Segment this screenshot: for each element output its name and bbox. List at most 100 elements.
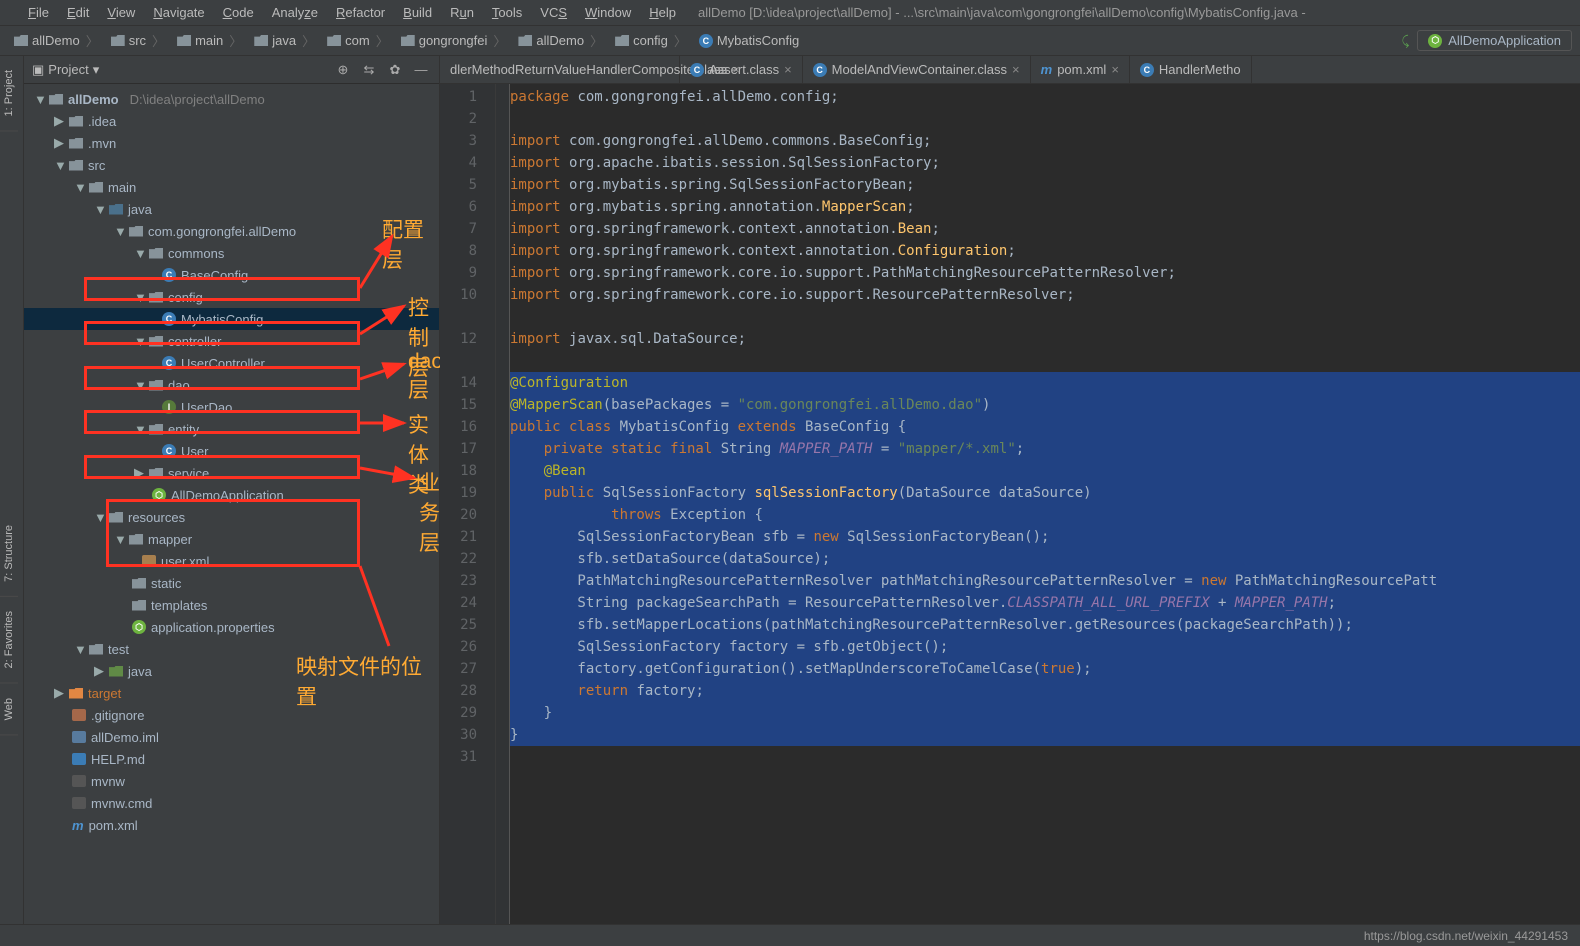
md-icon — [72, 753, 86, 765]
menu-view[interactable]: View — [99, 3, 143, 22]
tab-0[interactable]: dlerMethodReturnValueHandlerComposite.cl… — [440, 56, 680, 83]
tab-project[interactable]: 1: Project — [0, 56, 18, 131]
menu-help[interactable]: Help — [641, 3, 684, 22]
tree-help[interactable]: HELP.md — [24, 748, 439, 770]
tab-2[interactable]: CModelAndViewContainer.class× — [803, 56, 1031, 83]
package-icon — [149, 468, 163, 479]
tree-idea[interactable]: ▶.idea — [24, 110, 439, 132]
crumb-allDemo[interactable]: allDemo〉 — [8, 29, 105, 52]
crumb-gongrongfei[interactable]: gongrongfei〉 — [395, 29, 513, 52]
tree-userxml[interactable]: user.xml — [24, 550, 439, 572]
tree-dao[interactable]: ▼dao — [24, 374, 439, 396]
crumb-com[interactable]: com〉 — [321, 29, 395, 52]
tree-mvn[interactable]: ▶.mvn — [24, 132, 439, 154]
menu-build[interactable]: Build — [395, 3, 440, 22]
tree-root[interactable]: ▼allDemoD:\idea\project\allDemo — [24, 88, 439, 110]
tree-resources[interactable]: ▼resources — [24, 506, 439, 528]
menu-analyze[interactable]: Analyze — [264, 3, 326, 22]
tree-user[interactable]: CUser — [24, 440, 439, 462]
tree-mybatisconfig[interactable]: CMybatisConfig — [24, 308, 439, 330]
folder-icon — [111, 35, 125, 46]
tree-java[interactable]: ▼java — [24, 198, 439, 220]
tree-static[interactable]: static — [24, 572, 439, 594]
tab-1[interactable]: CAssert.class× — [680, 56, 803, 83]
locate-icon[interactable]: ⊕ — [333, 60, 353, 80]
window-title: allDemo [D:\idea\project\allDemo] - ...\… — [698, 5, 1306, 20]
tree-src[interactable]: ▼src — [24, 154, 439, 176]
menu-refactor[interactable]: Refactor — [328, 3, 393, 22]
tab-3[interactable]: mpom.xml× — [1031, 56, 1130, 83]
tree-usercontroller[interactable]: CUserController — [24, 352, 439, 374]
class-icon: C — [699, 34, 713, 48]
package-icon — [149, 380, 163, 391]
interface-icon: I — [162, 400, 176, 414]
tab-structure[interactable]: 7: Structure — [0, 511, 18, 597]
close-icon[interactable]: × — [784, 62, 792, 77]
menu-navigate[interactable]: Navigate — [145, 3, 212, 22]
folder-icon — [89, 182, 103, 193]
crumb-java[interactable]: java〉 — [248, 29, 321, 52]
tree-pom[interactable]: mpom.xml — [24, 814, 439, 836]
menu-edit[interactable]: Edit — [59, 3, 97, 22]
tree-service[interactable]: ▶service — [24, 462, 439, 484]
hide-icon[interactable]: — — [411, 60, 431, 80]
class-icon: C — [1140, 63, 1154, 77]
tree-mvnwcmd[interactable]: mvnw.cmd — [24, 792, 439, 814]
tree-mvnw[interactable]: mvnw — [24, 770, 439, 792]
tree-entity[interactable]: ▼entity — [24, 418, 439, 440]
code-editor[interactable]: 1234567891012141516171819202122232425262… — [440, 84, 1580, 924]
crumb-MybatisConfig[interactable]: CMybatisConfig — [693, 31, 805, 50]
folder-icon — [254, 35, 268, 46]
menu-code[interactable]: Code — [215, 3, 262, 22]
tree-target[interactable]: ▶target — [24, 682, 439, 704]
crumb-main[interactable]: main〉 — [171, 29, 248, 52]
collapse-icon[interactable]: ⇆ — [359, 60, 379, 80]
tab-4[interactable]: CHandlerMetho — [1130, 56, 1252, 83]
spring-icon: ⬡ — [1428, 34, 1442, 48]
tree-pkg[interactable]: ▼com.gongrongfei.allDemo — [24, 220, 439, 242]
tree-mapper[interactable]: ▼mapper — [24, 528, 439, 550]
tree-test[interactable]: ▼test — [24, 638, 439, 660]
folder-icon — [69, 116, 83, 127]
tree-iml[interactable]: allDemo.iml — [24, 726, 439, 748]
package-icon — [149, 248, 163, 259]
code-lines[interactable]: package com.gongrongfei.allDemo.config; … — [510, 84, 1580, 924]
package-icon — [149, 424, 163, 435]
project-tree[interactable]: ▼allDemoD:\idea\project\allDemo ▶.idea ▶… — [24, 84, 439, 924]
menu-window[interactable]: Window — [577, 3, 639, 22]
package-icon — [149, 292, 163, 303]
class-icon: C — [813, 63, 827, 77]
tree-templates[interactable]: templates — [24, 594, 439, 616]
tree-config[interactable]: ▼config — [24, 286, 439, 308]
menu-vcs[interactable]: VCS — [532, 3, 575, 22]
crumb-allDemo2[interactable]: allDemo〉 — [512, 29, 609, 52]
menu-file[interactable]: File — [20, 3, 57, 22]
tree-alldemoapp[interactable]: ⬡AllDemoApplication — [24, 484, 439, 506]
tree-commons[interactable]: ▼commons — [24, 242, 439, 264]
tab-web[interactable]: Web — [0, 684, 18, 735]
run-config[interactable]: ⬡AllDemoApplication — [1417, 30, 1572, 51]
project-view-selector[interactable]: ▣ Project ▾ — [32, 62, 99, 78]
tree-gitignore[interactable]: .gitignore — [24, 704, 439, 726]
folder-icon — [49, 94, 63, 105]
crumb-src[interactable]: src〉 — [105, 29, 171, 52]
tree-main[interactable]: ▼main — [24, 176, 439, 198]
status-bar: https://blog.csdn.net/weixin_44291453 — [0, 924, 1580, 946]
menu-tools[interactable]: Tools — [484, 3, 530, 22]
folder-icon — [109, 666, 123, 677]
menu-run[interactable]: Run — [442, 3, 482, 22]
editor-tabs: dlerMethodReturnValueHandlerComposite.cl… — [440, 56, 1580, 84]
close-icon[interactable]: × — [1111, 62, 1119, 77]
gear-icon[interactable]: ✿ — [385, 60, 405, 80]
folder-icon — [89, 644, 103, 655]
tab-favorites[interactable]: 2: Favorites — [0, 597, 18, 683]
build-icon[interactable]: ⤹ — [1401, 33, 1409, 49]
package-icon — [129, 226, 143, 237]
tree-controller[interactable]: ▼controller — [24, 330, 439, 352]
tree-appprops[interactable]: ⬡application.properties — [24, 616, 439, 638]
crumb-config[interactable]: config〉 — [609, 29, 693, 52]
tree-java2[interactable]: ▶java — [24, 660, 439, 682]
tree-baseconfig[interactable]: CBaseConfig — [24, 264, 439, 286]
close-icon[interactable]: × — [1012, 62, 1020, 77]
tree-userdao[interactable]: IUserDao — [24, 396, 439, 418]
